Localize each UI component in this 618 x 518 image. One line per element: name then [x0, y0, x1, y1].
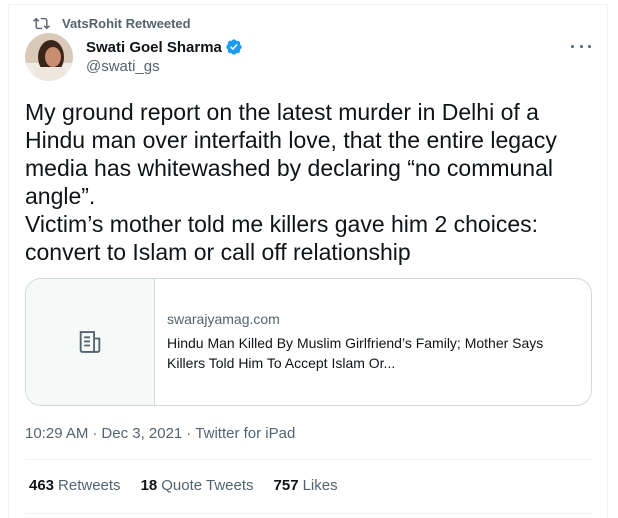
verified-badge-icon	[226, 39, 242, 55]
tweet-date[interactable]: Dec 3, 2021	[101, 425, 182, 442]
author-name[interactable]: Swati Goel Sharma	[86, 39, 222, 56]
quote-tweets-count: 18	[140, 477, 158, 494]
quote-tweets-stat[interactable]: 18 Quote Tweets	[141, 477, 254, 494]
retweet-icon	[33, 17, 50, 29]
retweets-label: Retweets	[58, 477, 121, 494]
tweet-text: My ground report on the latest murder in…	[25, 99, 557, 265]
divider	[25, 513, 592, 514]
author-handle[interactable]: @swati_gs	[86, 58, 243, 75]
link-title: Hindu Man Killed By Muslim Girlfriend’s …	[167, 335, 544, 371]
retweets-stat[interactable]: 463 Retweets	[29, 477, 121, 494]
more-options-icon[interactable]	[571, 38, 591, 54]
divider	[25, 459, 592, 460]
author-block[interactable]: Swati Goel Sharma @swati_gs	[86, 37, 243, 75]
likes-count: 757	[273, 477, 299, 494]
tweet-meta: 10:29 AM · Dec 3, 2021 · Twitter for iPa…	[25, 425, 295, 442]
engagement-stats: 463 Retweets 18 Quote Tweets 757 Likes	[29, 477, 358, 494]
retweet-banner-label: VatsRohit Retweeted	[62, 15, 191, 31]
likes-stat[interactable]: 757 Likes	[274, 477, 338, 494]
retweet-banner[interactable]: VatsRohit Retweeted	[25, 13, 191, 33]
retweets-count: 463	[29, 477, 55, 494]
meta-separator: ·	[186, 425, 192, 442]
link-thumbnail	[26, 279, 155, 405]
link-domain: swarajyamag.com	[167, 311, 280, 327]
link-preview-card[interactable]: swarajyamag.com Hindu Man Killed By Musl…	[25, 278, 592, 406]
avatar-image	[25, 33, 73, 81]
tweet-source[interactable]: Twitter for iPad	[195, 425, 295, 442]
likes-label: Likes	[302, 477, 338, 494]
article-icon	[79, 331, 101, 353]
avatar[interactable]	[25, 33, 73, 81]
tweet-time[interactable]: 10:29 AM	[25, 425, 88, 442]
quote-tweets-label: Quote Tweets	[161, 477, 254, 494]
meta-separator: ·	[92, 425, 98, 442]
tweet-card: VatsRohit Retweeted Swati Goel Sharma @s…	[8, 4, 608, 518]
